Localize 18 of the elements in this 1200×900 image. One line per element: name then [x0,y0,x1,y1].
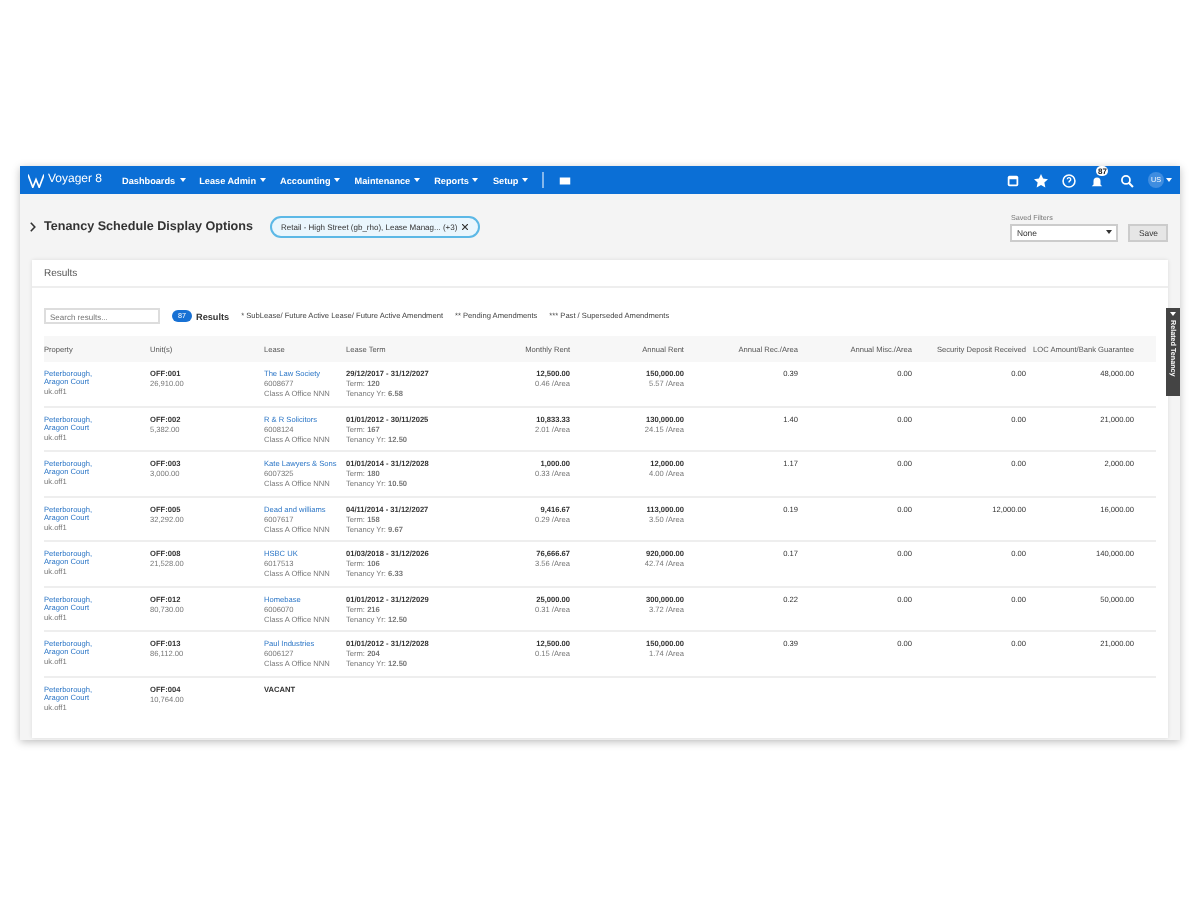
logo-icon [28,173,44,187]
caret-icon [1106,230,1113,234]
close-icon[interactable] [461,224,468,230]
caret-icon [179,178,186,182]
grid-icon[interactable] [558,173,573,187]
chevron-icon[interactable] [30,222,36,232]
caret-icon [414,178,421,182]
caret-icon [260,178,267,182]
search-icon[interactable] [1120,173,1134,187]
bell-icon[interactable] [1090,174,1104,188]
window-icon[interactable] [1006,173,1020,187]
help-icon[interactable] [1062,173,1076,187]
caret-icon [1166,178,1172,182]
caret-icon [334,178,341,182]
caret-icon [472,178,479,182]
caret-icon [1170,312,1176,316]
star-icon[interactable] [1034,173,1048,187]
caret-icon [522,178,529,182]
